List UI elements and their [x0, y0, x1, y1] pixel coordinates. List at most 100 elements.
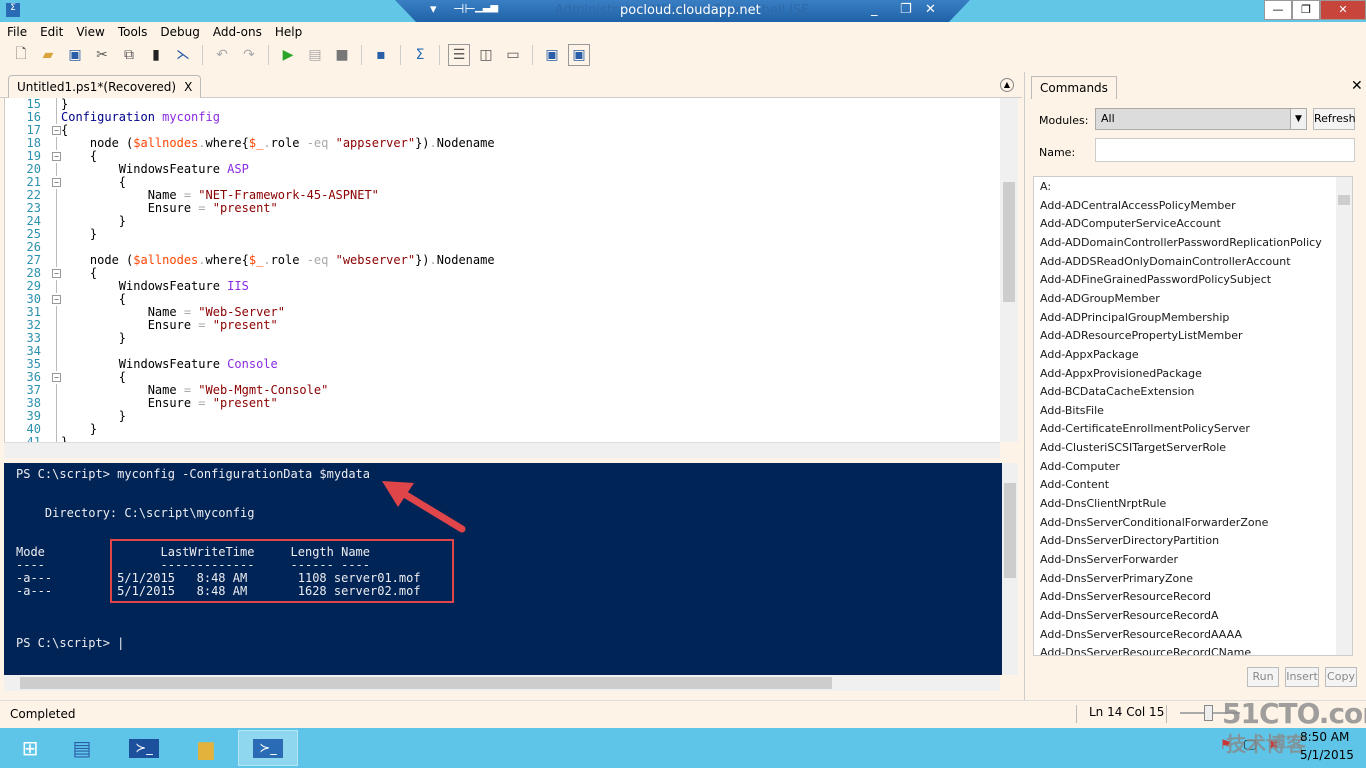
code-line[interactable]: 39 }	[5, 410, 995, 423]
file-explorer-icon[interactable]: ▆	[176, 730, 236, 766]
chevron-down-icon[interactable]: ▼	[1290, 109, 1306, 129]
command-item[interactable]: Add-ADPrincipalGroupMembership	[1040, 311, 1229, 324]
run-selection-icon[interactable]: ▤	[304, 44, 326, 66]
code-line[interactable]: 23 Ensure = "present"	[5, 202, 995, 215]
modules-select[interactable]: All ▼	[1095, 108, 1307, 130]
scroll-thumb[interactable]	[1003, 182, 1015, 302]
tab-untitled1[interactable]: Untitled1.ps1*(Recovered) X	[8, 75, 202, 99]
run-button[interactable]: Run	[1247, 667, 1279, 687]
code-line[interactable]: 27 node ($allnodes.where{$_.role -eq "we…	[5, 254, 995, 267]
menu-tools[interactable]: Tools	[111, 22, 154, 42]
close-commands-icon[interactable]: ✕	[1351, 78, 1363, 94]
code-line[interactable]: 18 node ($allnodes.where{$_.role -eq "ap…	[5, 137, 995, 150]
copy-icon[interactable]: ⧉	[118, 44, 140, 66]
clear-console-icon[interactable]: ⋋	[172, 44, 194, 66]
commands-list[interactable]: A: Add-ADCentralAccessPolicyMember Add-ADC…	[1033, 176, 1353, 656]
start-icon[interactable]: ⊞	[0, 730, 60, 766]
command-item[interactable]: Add-DnsServerResourceRecordCName	[1040, 646, 1251, 655]
pin-icon[interactable]: ⊣⊢	[453, 2, 476, 17]
layout-top-icon[interactable]: ☰	[448, 44, 470, 66]
rdp-restore-icon[interactable]: ❐	[900, 2, 912, 17]
command-item[interactable]: Add-DnsServerResourceRecordAAAA	[1040, 628, 1242, 641]
command-item[interactable]: Add-DnsClientNrptRule	[1040, 497, 1166, 510]
code-line[interactable]: 20 WindowsFeature ASP	[5, 163, 995, 176]
open-icon[interactable]: ▰	[37, 44, 59, 66]
insert-button[interactable]: Insert	[1285, 667, 1319, 687]
editor-vertical-scrollbar[interactable]	[1000, 98, 1018, 442]
copy-button[interactable]: Copy	[1325, 667, 1357, 687]
powershell-icon[interactable]: ≻_	[114, 730, 174, 766]
clock-date[interactable]: 5/1/2015	[1300, 748, 1354, 762]
scroll-thumb[interactable]	[20, 677, 832, 689]
restore-button[interactable]: ❐	[1292, 0, 1320, 20]
fold-toggle-icon[interactable]: −	[52, 373, 61, 382]
fold-toggle-icon[interactable]: −	[52, 178, 61, 187]
refresh-button[interactable]: Refresh	[1313, 108, 1356, 130]
console-vertical-scrollbar[interactable]	[1002, 463, 1018, 675]
editor-horizontal-scrollbar[interactable]	[4, 442, 1000, 458]
new-icon[interactable]: 🗋	[10, 44, 32, 66]
command-item[interactable]: Add-Content	[1040, 478, 1109, 491]
menu-debug[interactable]: Debug	[153, 22, 205, 42]
command-item[interactable]: Add-BitsFile	[1040, 404, 1104, 417]
menu-view[interactable]: View	[69, 22, 110, 42]
code-line[interactable]: 16 Configuration myconfig	[5, 111, 995, 124]
scroll-thumb[interactable]	[1338, 195, 1350, 205]
console-horizontal-scrollbar[interactable]	[4, 675, 1000, 691]
command-item[interactable]: Add-Computer	[1040, 460, 1120, 473]
powershell-ise-icon[interactable]: ≻_	[238, 730, 298, 766]
command-item[interactable]: Add-ADFineGrainedPasswordPolicySubject	[1040, 273, 1271, 286]
tab-close-icon[interactable]: X	[184, 80, 192, 95]
commands-scrollbar[interactable]	[1336, 177, 1352, 655]
save-icon[interactable]: ▣	[64, 44, 86, 66]
server-manager-icon[interactable]: ▤	[52, 730, 112, 766]
code-line[interactable]: 25 }	[5, 228, 995, 241]
minimize-button[interactable]: —	[1264, 0, 1292, 20]
code-line[interactable]: 32 Ensure = "present"	[5, 319, 995, 332]
command-item[interactable]: Add-DnsServerResourceRecord	[1040, 590, 1211, 603]
fold-toggle-icon[interactable]: −	[52, 152, 61, 161]
command-item[interactable]: Add-ClusteriSCSITargetServerRole	[1040, 441, 1226, 454]
redo-icon[interactable]: ↷	[238, 44, 260, 66]
name-input[interactable]	[1095, 138, 1355, 162]
scroll-thumb[interactable]	[1004, 483, 1016, 578]
console-pane[interactable]: PS C:\script> myconfig -ConfigurationDat…	[4, 463, 1002, 675]
command-item[interactable]: Add-DnsServerPrimaryZone	[1040, 572, 1193, 585]
run-icon[interactable]: ▶	[277, 44, 299, 66]
command-item[interactable]: Add-ADCentralAccessPolicyMember	[1040, 199, 1236, 212]
menu-add-ons[interactable]: Add-ons	[206, 22, 268, 42]
code-line[interactable]: 33 }	[5, 332, 995, 345]
fold-toggle-icon[interactable]: −	[52, 295, 61, 304]
script-editor[interactable]: 15} 16 Configuration myconfig 17−{18 node (…	[4, 98, 1000, 442]
command-item[interactable]: Add-DnsServerConditionalForwarderZone	[1040, 516, 1268, 529]
command-item[interactable]: Add-DnsServerDirectoryPartition	[1040, 534, 1219, 547]
code-line[interactable]: 29 WindowsFeature IIS	[5, 280, 995, 293]
menu-edit[interactable]: Edit	[33, 22, 69, 42]
script-pane-icon[interactable]: ▣	[541, 44, 563, 66]
code-line[interactable]: 40 }	[5, 423, 995, 436]
collapse-script-pane-icon[interactable]: ▲	[1000, 78, 1014, 92]
command-item[interactable]: A:	[1040, 180, 1051, 193]
command-item[interactable]: Add-ADDSReadOnlyDomainControllerAccount	[1040, 255, 1291, 268]
close-button[interactable]: ✕	[1320, 0, 1366, 20]
layout-right-icon[interactable]: ◫	[475, 44, 497, 66]
code-line[interactable]: 38 Ensure = "present"	[5, 397, 995, 410]
command-item[interactable]: Add-DnsServerResourceRecordA	[1040, 609, 1219, 622]
stop-icon[interactable]: ■	[331, 44, 353, 66]
remote-powershell-icon[interactable]: ▪	[370, 44, 392, 66]
command-item[interactable]: Add-ADDomainControllerPasswordReplicatio…	[1040, 236, 1322, 249]
fold-toggle-icon[interactable]: −	[52, 126, 61, 135]
command-item[interactable]: Add-ADResourcePropertyListMember	[1040, 329, 1243, 342]
paste-icon[interactable]: ▮	[145, 44, 167, 66]
fold-toggle-icon[interactable]: −	[52, 269, 61, 278]
pin-dropdown-icon[interactable]: ▾	[430, 2, 437, 17]
rdp-close-icon[interactable]: ✕	[925, 2, 936, 17]
tab-commands[interactable]: Commands	[1031, 76, 1117, 99]
layout-max-icon[interactable]: ▭	[502, 44, 524, 66]
rdp-minimize-icon[interactable]: _	[871, 2, 878, 17]
powershell-icon[interactable]: Σ	[409, 44, 431, 66]
command-item[interactable]: Add-AppxPackage	[1040, 348, 1139, 361]
command-item[interactable]: Add-ADGroupMember	[1040, 292, 1160, 305]
command-item[interactable]: Add-BCDataCacheExtension	[1040, 385, 1194, 398]
command-item[interactable]: Add-DnsServerForwarder	[1040, 553, 1178, 566]
